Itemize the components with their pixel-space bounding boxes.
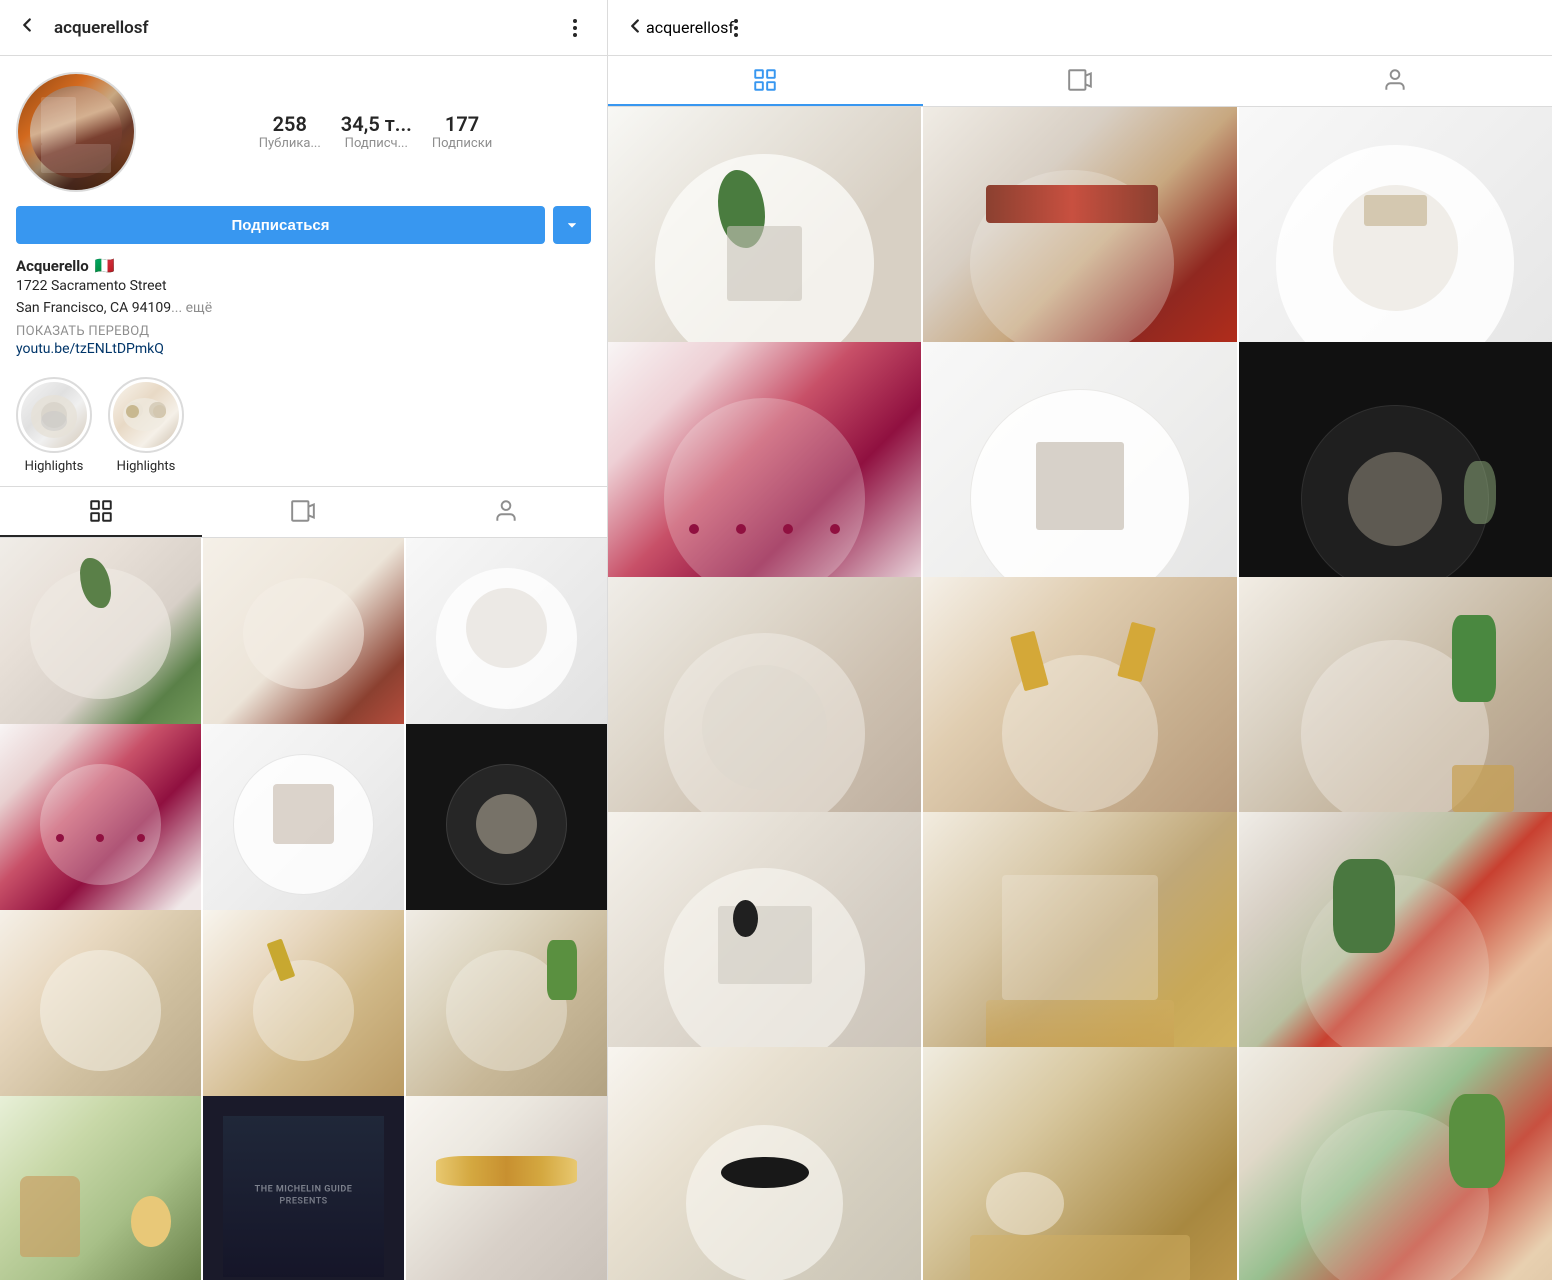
tagged-icon xyxy=(493,498,519,524)
bio-more[interactable]: ... ещё xyxy=(171,300,212,316)
tab-igtv[interactable] xyxy=(202,487,404,537)
highlight-circle-2 xyxy=(108,377,184,453)
more-options-button[interactable] xyxy=(559,12,591,44)
right-more-options-button[interactable] xyxy=(734,19,738,37)
right-tab-igtv[interactable] xyxy=(923,56,1238,106)
igtv-icon xyxy=(290,498,316,524)
grid-cell[interactable] xyxy=(406,724,607,925)
posts-label: Публика... xyxy=(259,136,321,153)
highlight-item-2[interactable]: Highlights xyxy=(108,377,184,474)
following-count: 177 xyxy=(445,112,479,136)
highlight-image-1 xyxy=(21,382,87,448)
dot xyxy=(734,33,738,37)
right-tagged-icon xyxy=(1382,67,1408,93)
dot xyxy=(734,19,738,23)
left-photo-grid: THE MICHELIN GUIDEPRESENTS xyxy=(0,538,607,1280)
profile-username: acquerellosf xyxy=(54,18,559,38)
address-city: San Francisco, CA 94109 xyxy=(16,300,171,316)
right-back-button[interactable] xyxy=(624,15,646,41)
show-translation[interactable]: ПОКАЗАТЬ ПЕРЕВОД xyxy=(16,324,591,339)
highlight-label-2: Highlights xyxy=(117,459,176,474)
left-header: acquerellosf xyxy=(0,0,607,56)
right-grid-icon xyxy=(752,67,778,93)
highlights-section: Highlights Highlights xyxy=(0,365,607,486)
restaurant-name: Acquerello xyxy=(16,257,89,275)
left-panel: acquerellosf 258 Публика... xyxy=(0,0,608,1280)
subscribe-button[interactable]: Подписаться xyxy=(16,206,545,244)
following-stat[interactable]: 177 Подписки xyxy=(432,112,492,153)
tab-grid[interactable] xyxy=(0,487,202,537)
highlight-inner-2 xyxy=(113,382,179,448)
grid-cell[interactable]: THE MICHELIN GUIDEPRESENTS xyxy=(203,1096,404,1280)
profile-top: 258 Публика... 34,5 т... Подписч... 177 … xyxy=(16,72,591,192)
grid-cell[interactable] xyxy=(0,910,201,1111)
dot xyxy=(734,26,738,30)
right-panel: acquerellosf xyxy=(608,0,1552,1280)
followers-count: 34,5 т... xyxy=(341,112,412,136)
right-tabs xyxy=(608,56,1552,107)
posts-stat[interactable]: 258 Публика... xyxy=(259,112,321,153)
right-profile-username: acquerellosf xyxy=(646,18,734,37)
grid-cell[interactable] xyxy=(406,910,607,1111)
right-header: acquerellosf xyxy=(608,0,1552,56)
grid-cell[interactable] xyxy=(0,538,201,739)
dot xyxy=(573,26,577,30)
highlight-inner-1 xyxy=(21,382,87,448)
grid-cell[interactable] xyxy=(203,538,404,739)
right-photo-grid xyxy=(608,107,1552,1280)
tab-tagged[interactable] xyxy=(405,487,607,537)
subscribe-dropdown-button[interactable] xyxy=(553,206,591,244)
grid-cell[interactable] xyxy=(406,538,607,739)
right-igtv-icon xyxy=(1067,67,1093,93)
posts-count: 258 xyxy=(273,112,307,136)
followers-label: Подписч... xyxy=(345,136,408,153)
avatar[interactable] xyxy=(16,72,136,192)
highlight-circle-1 xyxy=(16,377,92,453)
grid-cell[interactable] xyxy=(0,724,201,925)
dot xyxy=(573,19,577,23)
subscribe-row: Подписаться xyxy=(16,206,591,244)
grid-cell[interactable] xyxy=(406,1096,607,1280)
bio-address-line2: San Francisco, CA 94109... ещё xyxy=(16,297,591,319)
left-tabs xyxy=(0,486,607,538)
profile-section: 258 Публика... 34,5 т... Подписч... 177 … xyxy=(0,56,607,244)
grid-icon xyxy=(88,498,114,524)
highlight-label-1: Highlights xyxy=(25,459,84,474)
right-grid-cell[interactable] xyxy=(923,1047,1236,1280)
bio-address-line1: 1722 Sacramento Street xyxy=(16,275,591,297)
right-tab-grid[interactable] xyxy=(608,56,923,106)
right-grid-cell[interactable] xyxy=(608,1047,921,1280)
grid-cell[interactable] xyxy=(203,910,404,1111)
back-button[interactable] xyxy=(16,14,38,42)
avatar-image xyxy=(18,74,134,190)
flag-icon: 🇮🇹 xyxy=(95,256,115,275)
bio-section: Acquerello 🇮🇹 1722 Sacramento Street San… xyxy=(0,244,607,365)
grid-cell[interactable] xyxy=(203,724,404,925)
highlight-item-1[interactable]: Highlights xyxy=(16,377,92,474)
profile-stats: 258 Публика... 34,5 т... Подписч... 177 … xyxy=(160,112,591,153)
dot xyxy=(573,33,577,37)
right-tab-tagged[interactable] xyxy=(1237,56,1552,106)
bio-link[interactable]: youtu.be/tzENLtDPmkQ xyxy=(16,341,591,357)
grid-cell[interactable] xyxy=(0,1096,201,1280)
right-grid-cell[interactable] xyxy=(1239,1047,1552,1280)
bio-name: Acquerello 🇮🇹 xyxy=(16,256,591,275)
highlight-image-2 xyxy=(113,382,179,448)
followers-stat[interactable]: 34,5 т... Подписч... xyxy=(341,112,412,153)
following-label: Подписки xyxy=(432,136,492,153)
